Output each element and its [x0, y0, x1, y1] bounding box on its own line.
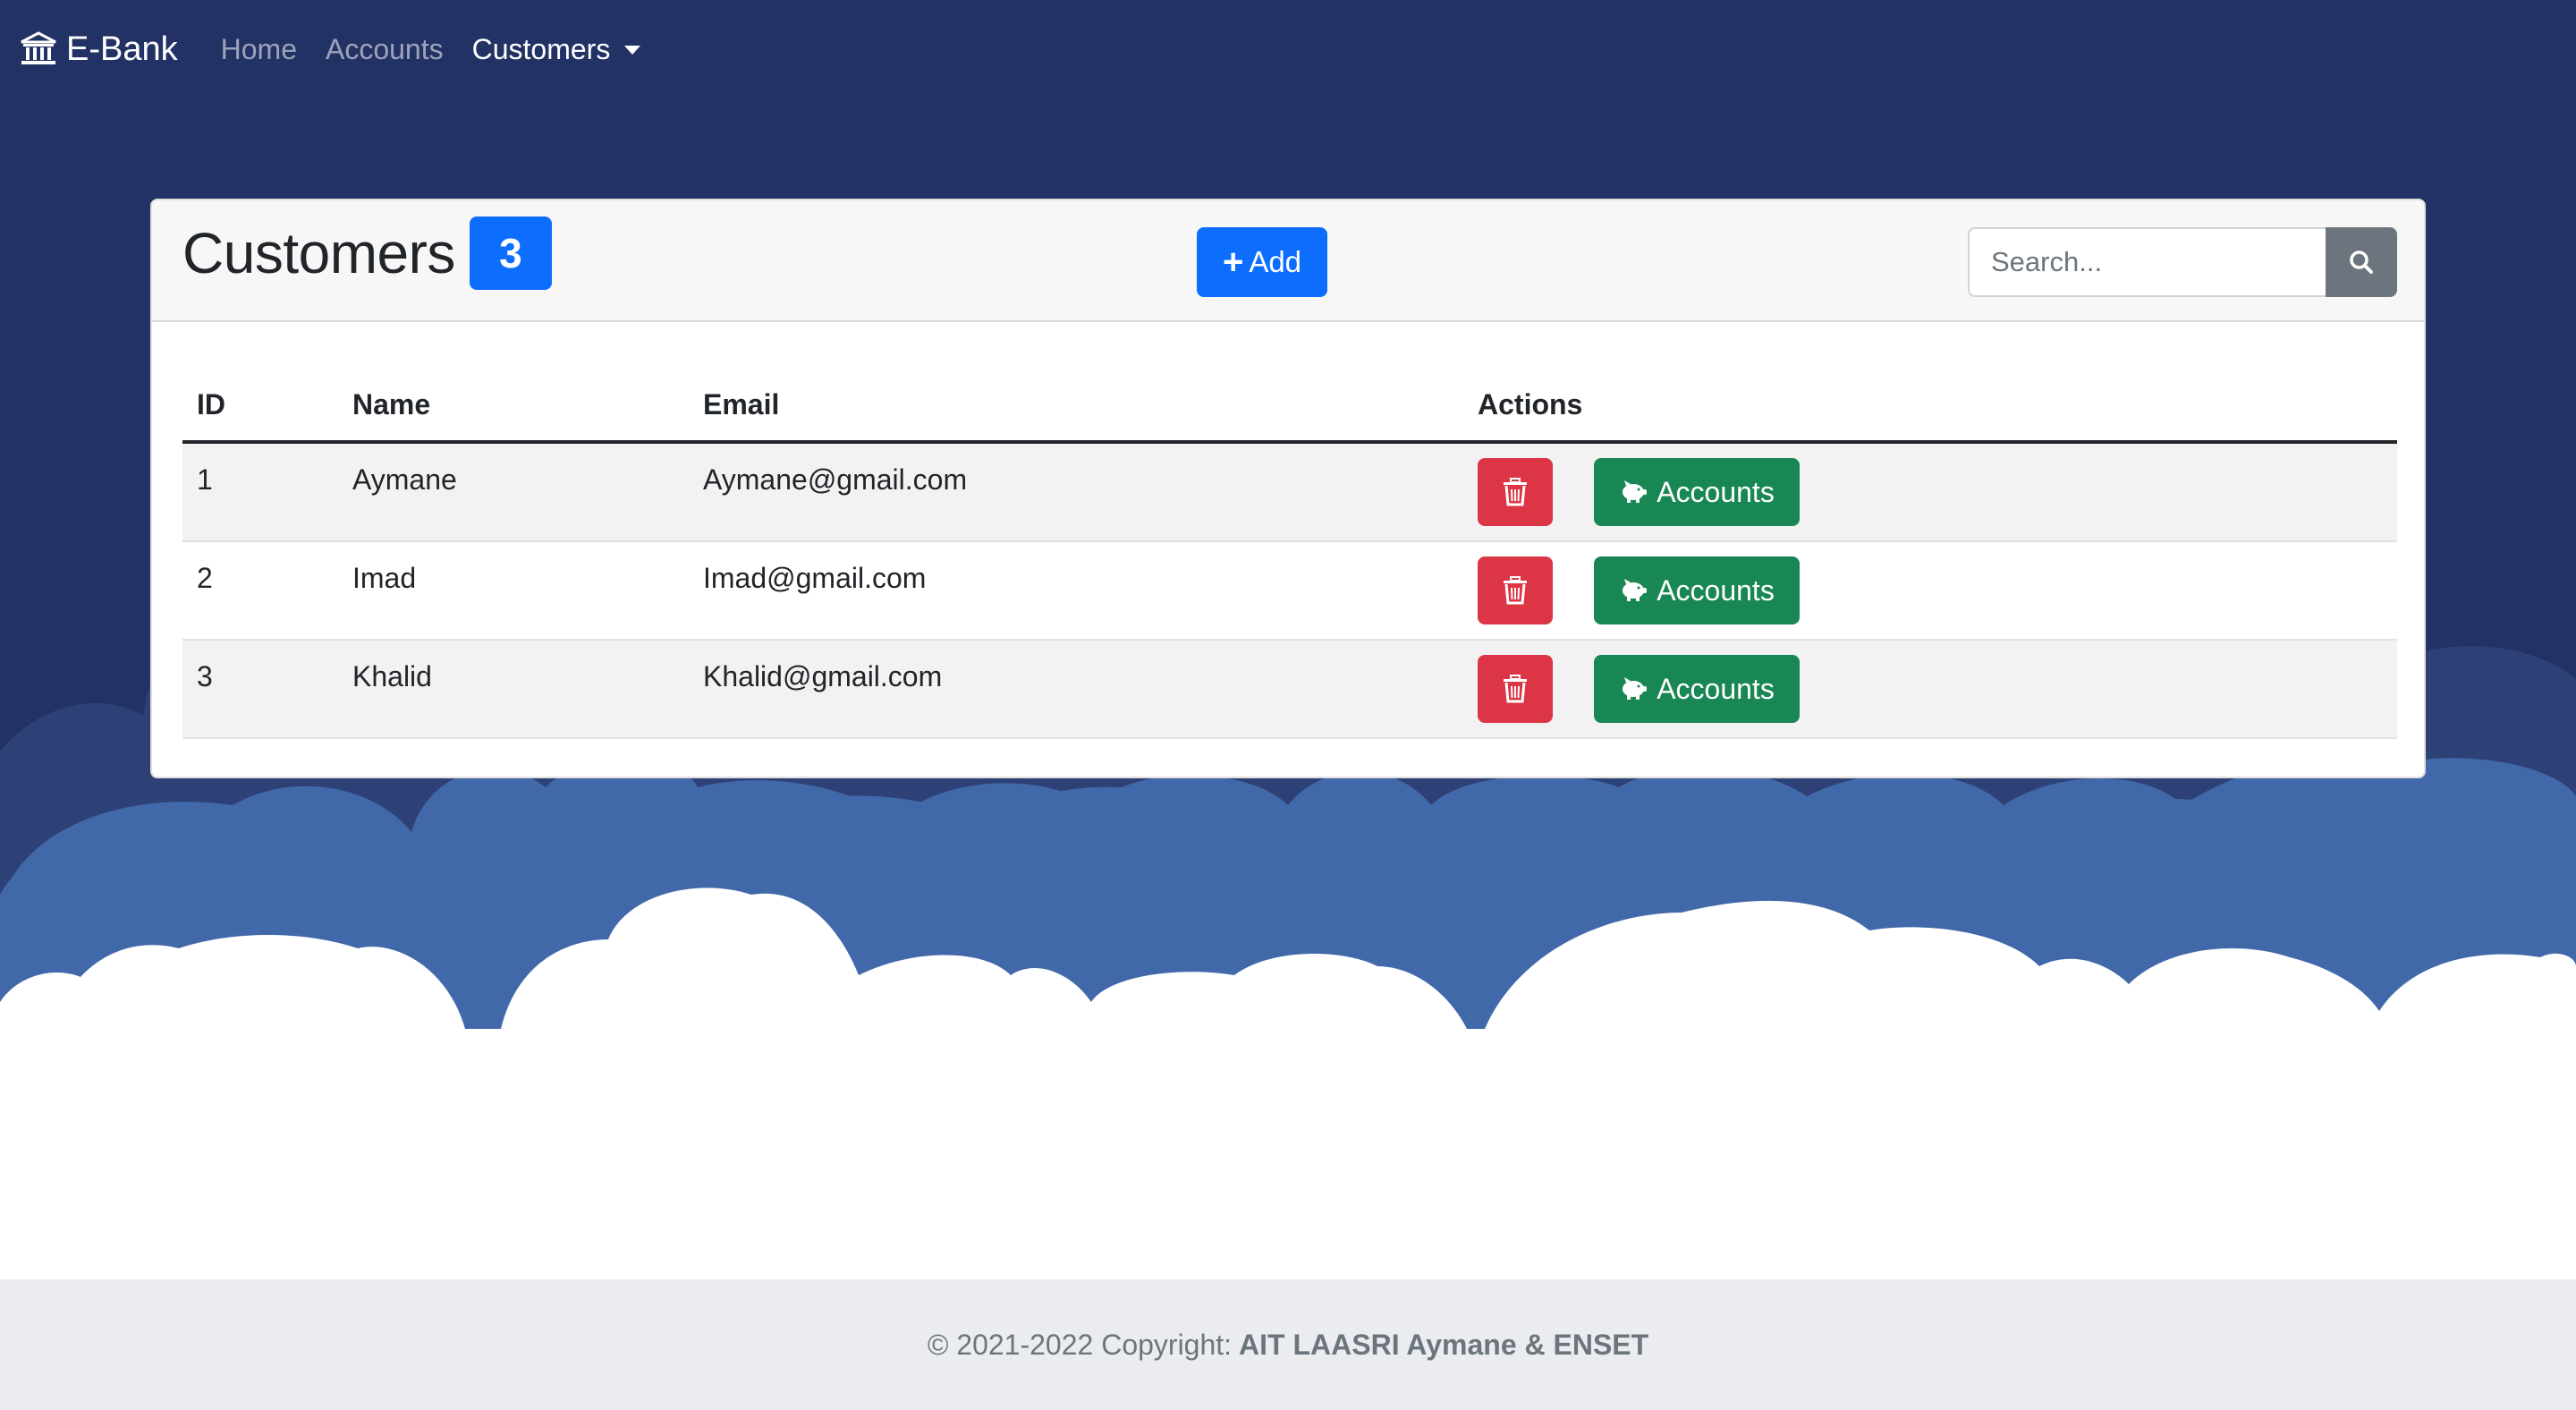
- page-title-text: Customers: [182, 221, 455, 285]
- caret-down-icon: [624, 46, 641, 55]
- customer-accounts-button[interactable]: Accounts: [1594, 556, 1800, 624]
- trash-icon: [1504, 478, 1527, 506]
- delete-customer-button[interactable]: [1478, 556, 1553, 624]
- add-button-label: Add: [1249, 245, 1302, 278]
- customer-count-badge: 3: [469, 217, 552, 290]
- delete-customer-button[interactable]: [1478, 655, 1553, 723]
- brand-link[interactable]: E-Bank: [20, 30, 178, 69]
- table-row: 1 Aymane Aymane@gmail.com Accounts: [182, 444, 2397, 542]
- card-header: Customers 3 + Add: [152, 200, 2424, 322]
- footer-copyright: © 2021-2022 Copyright:: [927, 1328, 1233, 1361]
- accounts-button-label: Accounts: [1657, 672, 1775, 705]
- cell-id: 2: [197, 562, 213, 594]
- top-navbar: E-Bank Home Accounts Customers: [0, 0, 2576, 98]
- table-header: ID Name Email Actions: [182, 361, 2397, 444]
- cell-email: Khalid@gmail.com: [703, 660, 943, 692]
- bank-icon: [21, 31, 56, 64]
- table-row: 2 Imad Imad@gmail.com Accounts: [182, 542, 2397, 641]
- accounts-button-label: Accounts: [1657, 475, 1775, 508]
- customers-card: Customers 3 + Add ID Name Email Actions …: [150, 199, 2426, 778]
- trash-icon: [1504, 675, 1527, 703]
- piggy-bank-icon: [1623, 480, 1648, 503]
- cell-id: 1: [197, 463, 213, 496]
- cell-id: 3: [197, 660, 213, 692]
- accounts-button-label: Accounts: [1657, 573, 1775, 607]
- delete-customer-button[interactable]: [1478, 458, 1553, 526]
- cell-name: Khalid: [352, 660, 432, 692]
- search-icon: [2350, 251, 2373, 274]
- search-button[interactable]: [2326, 227, 2397, 297]
- cell-email: Aymane@gmail.com: [703, 463, 968, 496]
- customer-accounts-button[interactable]: Accounts: [1594, 655, 1800, 723]
- brand-label: E-Bank: [66, 30, 178, 68]
- piggy-bank-icon: [1623, 677, 1648, 700]
- customers-table: ID Name Email Actions 1 Aymane Aymane@gm…: [182, 361, 2397, 739]
- column-header-actions: Actions: [1478, 388, 1583, 420]
- nav-accounts[interactable]: Accounts: [326, 33, 444, 66]
- cell-name: Imad: [352, 562, 417, 594]
- cell-name: Aymane: [352, 463, 457, 496]
- search-input[interactable]: [1968, 227, 2326, 297]
- search-form: [1968, 227, 2397, 297]
- cell-email: Imad@gmail.com: [703, 562, 927, 594]
- column-header-email: Email: [703, 388, 780, 420]
- plus-icon: +: [1222, 242, 1244, 282]
- footer-owner: AIT LAASRI Aymane & ENSET: [1239, 1328, 1649, 1361]
- nav-home[interactable]: Home: [221, 33, 297, 66]
- nav-customers-dropdown[interactable]: Customers: [472, 33, 641, 66]
- nav-customers-label: Customers: [471, 32, 611, 65]
- page-footer: © 2021-2022 Copyright: AIT LAASRI Aymane…: [0, 1279, 2576, 1410]
- add-customer-button[interactable]: + Add: [1197, 227, 1327, 297]
- column-header-name: Name: [352, 388, 431, 420]
- piggy-bank-icon: [1623, 579, 1648, 601]
- table-row: 3 Khalid Khalid@gmail.com Accounts: [182, 641, 2397, 739]
- customer-accounts-button[interactable]: Accounts: [1594, 458, 1800, 526]
- column-header-id: ID: [197, 388, 225, 420]
- page-title: Customers 3: [182, 217, 552, 290]
- trash-icon: [1504, 576, 1527, 605]
